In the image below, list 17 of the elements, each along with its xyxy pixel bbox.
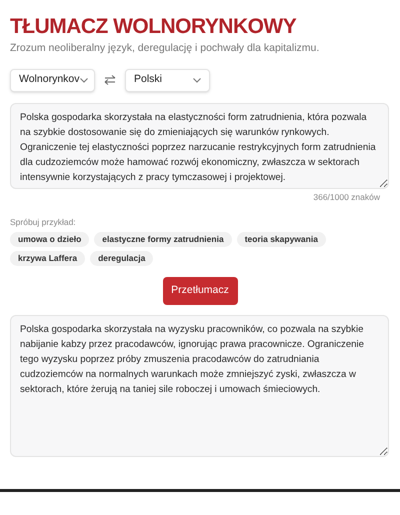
character-counter: 366/1000 znaków [313, 190, 380, 204]
source-language-select[interactable]: Wolnorynkov [10, 68, 95, 92]
example-chip[interactable]: elastyczne formy zatrudnienia [94, 232, 232, 248]
example-chip[interactable]: umowa o dzieło [10, 232, 90, 248]
target-language-select[interactable]: Polski [125, 68, 210, 92]
output-text-area[interactable]: Polska gospodarka skorzystała na wyzysku pracowników, co pozwala na szybkie nabijanie kabzy przez pracodawców, ignorując prawa pracownicze. Ograniczenie tego wyzysku poprzez próby zmuszenia pracodawców do zatrudniania cudzoziemców na normalnych warunkach może zmniejszyć zyski, zwłaszcza w sektorach, które żerują na taniej sile roboczej i umowach śmieciowych. [10, 315, 389, 458]
chevron-down-icon [80, 78, 88, 83]
swap-icon[interactable] [103, 73, 117, 88]
example-chip[interactable]: teoria skapywania [236, 232, 326, 248]
chevron-down-icon [193, 78, 201, 83]
example-chip[interactable]: deregulacja [90, 251, 154, 266]
input-text-area[interactable]: Polska gospodarka skorzystała na elastyczności form zatrudnienia, która pozwala na szybkie dostosowanie się do zmieniających się warunków rynkowych. Ograniczenie tej elastyczności poprzez narzucanie restrykcyjnych form zatrudnienia dla cudzoziemców może hamować rozwój ekonomiczny, zwłaszcza w sektorach intensywnie korzystających z pracy tymczasowej i projektowej. [10, 102, 389, 189]
translate-button[interactable]: Przetłumacz [162, 277, 238, 306]
examples-label: Spróbuj przykład: [10, 216, 77, 228]
app-subtitle: Zrozum neoliberalny język, deregulację i pochwały dla kapitalizmu. [10, 41, 320, 56]
app-title: TŁUMACZ WOLNORYNKOWY [10, 14, 298, 40]
example-chip[interactable]: krzywa Laffera [10, 251, 86, 266]
